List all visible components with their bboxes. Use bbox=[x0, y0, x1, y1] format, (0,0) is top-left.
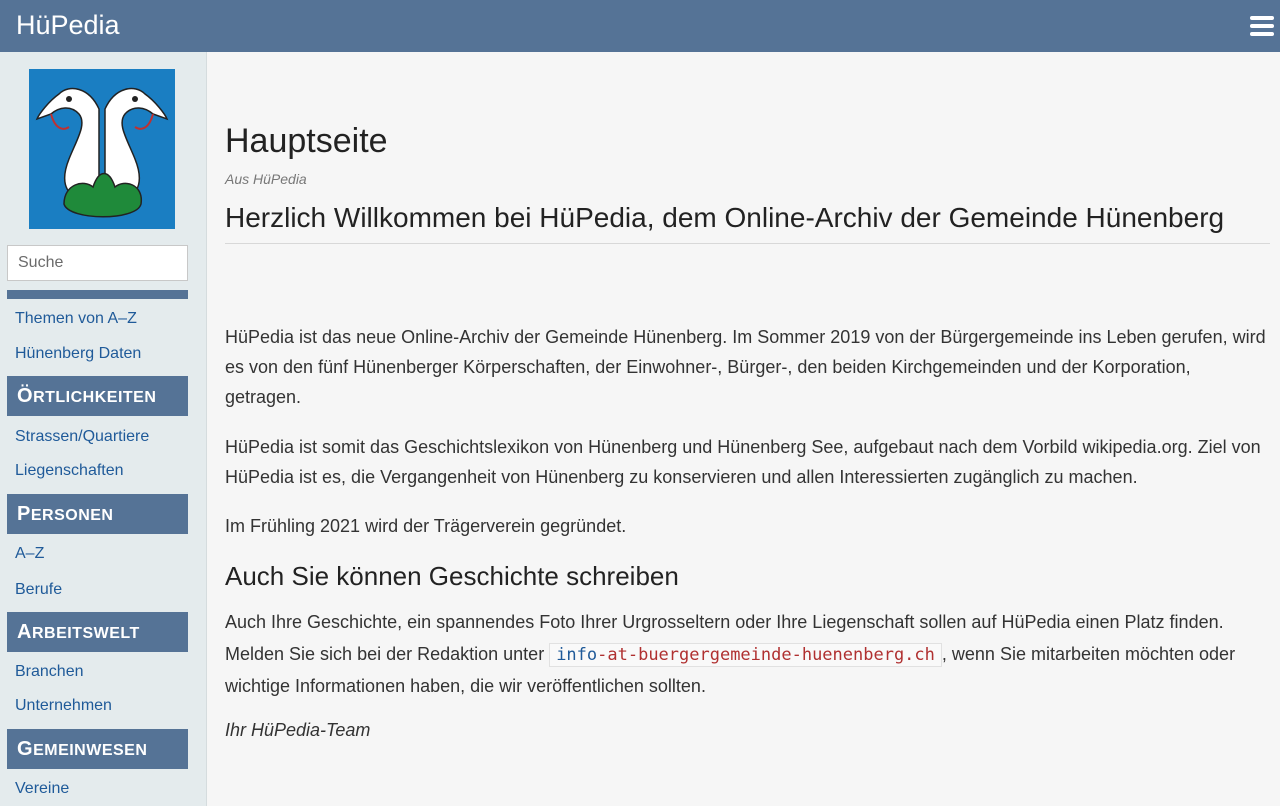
sidebar-item-themen[interactable]: Themen von A–Z bbox=[15, 310, 137, 328]
sidebar-item-branchen[interactable]: Branchen bbox=[15, 663, 84, 681]
site-title[interactable]: HüPedia bbox=[16, 10, 120, 41]
email-address[interactable]: info-at-buergergemeinde-huenenberg.ch bbox=[549, 642, 942, 667]
intro-paragraph: HüPedia ist das neue Online-Archiv der G… bbox=[225, 327, 1266, 407]
menu-icon[interactable] bbox=[1250, 16, 1274, 36]
sidebar-item-strassen[interactable]: Strassen/Quartiere bbox=[15, 428, 149, 446]
sidebar-item-liegenschaften[interactable]: Liegenschaften bbox=[15, 462, 124, 480]
page-subtitle: Aus HüPedia bbox=[225, 171, 307, 187]
verein-paragraph: Im Frühling 2021 wird der Trägerverein g… bbox=[225, 516, 627, 536]
page-title: Hauptseite bbox=[225, 122, 388, 160]
contribute-paragraph: Auch Ihre Geschichte, ein spannendes Fot… bbox=[225, 607, 1270, 703]
welcome-heading: Herzlich Willkommen bei HüPedia, dem Onl… bbox=[225, 197, 1270, 244]
sidebar-item-daten[interactable]: Hünenberg Daten bbox=[15, 345, 141, 363]
email-user: info bbox=[556, 644, 598, 665]
sidebar: Themen von A–Z Hünenberg Daten ÖRTLICHKE… bbox=[0, 52, 207, 806]
coat-of-arms-logo[interactable] bbox=[29, 69, 175, 229]
lexicon-paragraph: HüPedia ist somit das Geschichtslexikon … bbox=[225, 437, 1261, 487]
sidebar-item-berufe[interactable]: Berufe bbox=[15, 581, 62, 599]
sidebar-item-vereine[interactable]: Vereine bbox=[15, 780, 69, 798]
search-input[interactable] bbox=[7, 245, 188, 281]
section-header-gemeinwesen: GEMEINWESEN bbox=[7, 729, 188, 769]
section-heading: Auch Sie können Geschichte schreiben bbox=[225, 561, 679, 591]
section-header-oertlichkeiten: ÖRTLICHKEITEN bbox=[7, 376, 188, 416]
email-domain: -at-buergergemeinde-huenenberg.ch bbox=[597, 644, 935, 665]
signature: Ihr HüPedia-Team bbox=[225, 720, 371, 740]
sidebar-divider bbox=[7, 290, 188, 299]
sidebar-item-a-z[interactable]: A–Z bbox=[15, 545, 44, 563]
sidebar-item-unternehmen[interactable]: Unternehmen bbox=[15, 697, 112, 715]
section-header-personen: PERSONEN bbox=[7, 494, 188, 534]
section-header-arbeitswelt: ARBEITSWELT bbox=[7, 612, 188, 652]
coat-of-arms-icon bbox=[29, 69, 175, 229]
top-bar: HüPedia bbox=[0, 0, 1280, 52]
